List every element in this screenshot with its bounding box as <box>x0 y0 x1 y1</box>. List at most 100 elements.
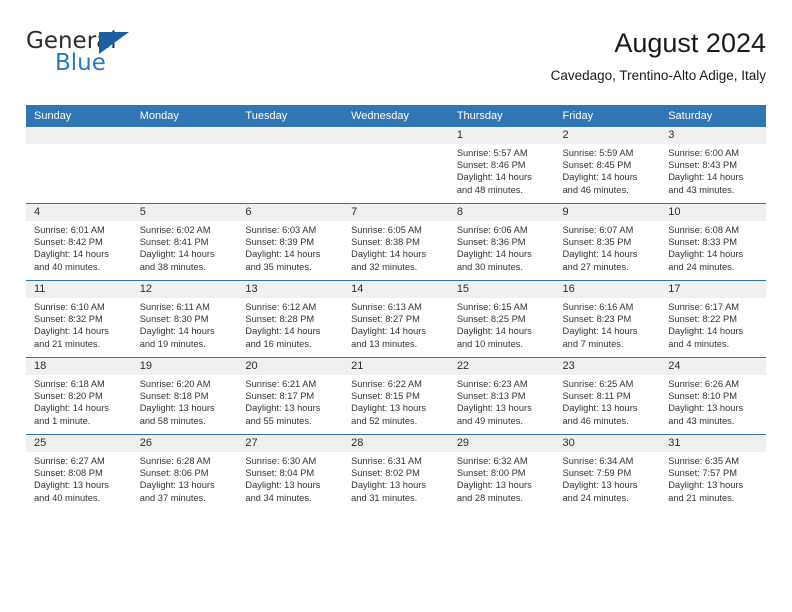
calendar-cell[interactable]: 8 Sunrise: 6:06 AM Sunset: 8:36 PM Dayli… <box>448 203 555 281</box>
daylight-text-line1: Daylight: 14 hours <box>351 326 427 337</box>
calendar-cell[interactable]: 28 Sunrise: 6:31 AM Sunset: 8:02 PM Dayl… <box>343 434 449 511</box>
calendar-week-row: 18 Sunrise: 6:18 AM Sunset: 8:20 PM Dayl… <box>26 357 766 435</box>
day-info: Sunrise: 6:07 AM Sunset: 8:35 PM Dayligh… <box>555 221 661 273</box>
day-number: 5 <box>131 204 238 221</box>
page-subtitle: Cavedago, Trentino-Alto Adige, Italy <box>550 68 766 83</box>
sunrise-text: Sunrise: 6:18 AM <box>34 379 105 389</box>
day-info: Sunrise: 6:22 AM Sunset: 8:15 PM Dayligh… <box>343 375 449 427</box>
day-number: 17 <box>660 281 766 298</box>
calendar-cell[interactable]: 21 Sunrise: 6:22 AM Sunset: 8:15 PM Dayl… <box>343 357 449 435</box>
calendar-cell[interactable]: 27 Sunrise: 6:30 AM Sunset: 8:04 PM Dayl… <box>237 434 344 511</box>
calendar-week-row: 11 Sunrise: 6:10 AM Sunset: 8:32 PM Dayl… <box>26 280 766 358</box>
calendar-cell[interactable]: 11 Sunrise: 6:10 AM Sunset: 8:32 PM Dayl… <box>26 280 132 358</box>
daylight-text-line2: and 43 minutes. <box>668 415 735 426</box>
calendar-cell[interactable]: 25 Sunrise: 6:27 AM Sunset: 8:08 PM Dayl… <box>26 434 132 511</box>
calendar-cell[interactable]: 4 Sunrise: 6:01 AM Sunset: 8:42 PM Dayli… <box>26 203 132 281</box>
day-number: 27 <box>237 435 344 452</box>
calendar-cell[interactable] <box>237 127 344 204</box>
daylight-text-line2: and 38 minutes. <box>139 261 206 272</box>
daylight-text-line2: and 13 minutes. <box>351 338 418 349</box>
calendar-cell[interactable]: 19 Sunrise: 6:20 AM Sunset: 8:18 PM Dayl… <box>131 357 238 435</box>
daylight-text-line1: Daylight: 14 hours <box>456 326 532 337</box>
calendar-cell[interactable]: 9 Sunrise: 6:07 AM Sunset: 8:35 PM Dayli… <box>554 203 661 281</box>
daylight-text-line1: Daylight: 13 hours <box>668 403 744 414</box>
day-number <box>26 127 132 144</box>
calendar-week-row: 25 Sunrise: 6:27 AM Sunset: 8:08 PM Dayl… <box>26 434 766 511</box>
daylight-text-line2: and 40 minutes. <box>34 261 101 272</box>
sunrise-text: Sunrise: 6:25 AM <box>562 379 634 389</box>
calendar-cell[interactable]: 16 Sunrise: 6:16 AM Sunset: 8:23 PM Dayl… <box>554 280 661 358</box>
daylight-text-line2: and 35 minutes. <box>245 261 312 272</box>
calendar-cell[interactable]: 5 Sunrise: 6:02 AM Sunset: 8:41 PM Dayli… <box>131 203 238 281</box>
calendar-cell[interactable]: 1 Sunrise: 5:57 AM Sunset: 8:46 PM Dayli… <box>448 127 555 204</box>
sunrise-text: Sunrise: 6:12 AM <box>245 302 317 312</box>
calendar-cell[interactable]: 13 Sunrise: 6:12 AM Sunset: 8:28 PM Dayl… <box>237 280 344 358</box>
sunset-text: Sunset: 8:33 PM <box>668 237 737 248</box>
calendar-cell[interactable]: 22 Sunrise: 6:23 AM Sunset: 8:13 PM Dayl… <box>448 357 555 435</box>
sunset-text: Sunset: 8:10 PM <box>668 391 737 402</box>
day-info: Sunrise: 5:57 AM Sunset: 8:46 PM Dayligh… <box>449 144 555 196</box>
daylight-text-line2: and 21 minutes. <box>34 338 101 349</box>
sunset-text: Sunset: 8:20 PM <box>34 391 103 402</box>
day-info: Sunrise: 6:10 AM Sunset: 8:32 PM Dayligh… <box>26 298 132 350</box>
day-number: 14 <box>343 281 449 298</box>
page-title: August 2024 <box>614 28 766 58</box>
calendar-cell[interactable]: 26 Sunrise: 6:28 AM Sunset: 8:06 PM Dayl… <box>131 434 238 511</box>
calendar-cell[interactable]: 12 Sunrise: 6:11 AM Sunset: 8:30 PM Dayl… <box>131 280 238 358</box>
sunset-text: Sunset: 8:41 PM <box>139 237 209 248</box>
daylight-text-line2: and 21 minutes. <box>668 492 735 503</box>
calendar-cell[interactable] <box>26 127 132 204</box>
sunrise-text: Sunrise: 6:21 AM <box>245 379 317 389</box>
day-number: 30 <box>554 435 661 452</box>
day-info: Sunrise: 6:00 AM Sunset: 8:43 PM Dayligh… <box>660 144 766 196</box>
calendar-cell[interactable]: 6 Sunrise: 6:03 AM Sunset: 8:39 PM Dayli… <box>237 203 344 281</box>
weekday-header-tuesday: Tuesday <box>237 105 344 127</box>
daylight-text-line1: Daylight: 14 hours <box>456 172 532 183</box>
sunrise-text: Sunrise: 6:16 AM <box>562 302 634 312</box>
calendar-cell[interactable]: 18 Sunrise: 6:18 AM Sunset: 8:20 PM Dayl… <box>26 357 132 435</box>
calendar-cell[interactable]: 23 Sunrise: 6:25 AM Sunset: 8:11 PM Dayl… <box>554 357 661 435</box>
calendar-cell[interactable] <box>131 127 238 204</box>
day-number: 8 <box>448 204 555 221</box>
calendar-cell[interactable]: 17 Sunrise: 6:17 AM Sunset: 8:22 PM Dayl… <box>660 280 766 358</box>
day-number: 20 <box>237 358 344 375</box>
calendar-cell[interactable]: 10 Sunrise: 6:08 AM Sunset: 8:33 PM Dayl… <box>660 203 766 281</box>
sunrise-text: Sunrise: 6:27 AM <box>34 456 105 466</box>
day-number <box>131 127 238 144</box>
daylight-text-line2: and 55 minutes. <box>245 415 312 426</box>
weekday-header-wednesday: Wednesday <box>343 105 449 127</box>
sunrise-text: Sunrise: 6:34 AM <box>562 456 634 466</box>
sunrise-text: Sunrise: 6:30 AM <box>245 456 317 466</box>
calendar-cell[interactable]: 20 Sunrise: 6:21 AM Sunset: 8:17 PM Dayl… <box>237 357 344 435</box>
day-number: 21 <box>343 358 449 375</box>
daylight-text-line1: Daylight: 14 hours <box>668 326 744 337</box>
day-number: 13 <box>237 281 344 298</box>
calendar-cell[interactable]: 30 Sunrise: 6:34 AM Sunset: 7:59 PM Dayl… <box>554 434 661 511</box>
calendar-cell[interactable]: 2 Sunrise: 5:59 AM Sunset: 8:45 PM Dayli… <box>554 127 661 204</box>
daylight-text-line1: Daylight: 13 hours <box>139 480 215 491</box>
calendar-cell[interactable]: 31 Sunrise: 6:35 AM Sunset: 7:57 PM Dayl… <box>660 434 766 511</box>
sunset-text: Sunset: 8:35 PM <box>562 237 632 248</box>
general-blue-logo[interactable]: General Blue <box>26 28 146 80</box>
daylight-text-line1: Daylight: 14 hours <box>562 172 638 183</box>
daylight-text-line2: and 24 minutes. <box>668 261 735 272</box>
day-number: 4 <box>26 204 132 221</box>
day-info: Sunrise: 6:27 AM Sunset: 8:08 PM Dayligh… <box>26 452 132 504</box>
daylight-text-line1: Daylight: 13 hours <box>562 480 638 491</box>
day-info: Sunrise: 6:32 AM Sunset: 8:00 PM Dayligh… <box>449 452 555 504</box>
day-info: Sunrise: 6:01 AM Sunset: 8:42 PM Dayligh… <box>26 221 132 273</box>
calendar-cell[interactable]: 29 Sunrise: 6:32 AM Sunset: 8:00 PM Dayl… <box>448 434 555 511</box>
sunrise-text: Sunrise: 6:11 AM <box>139 302 210 312</box>
calendar-cell[interactable]: 3 Sunrise: 6:00 AM Sunset: 8:43 PM Dayli… <box>660 127 766 204</box>
day-info: Sunrise: 6:11 AM Sunset: 8:30 PM Dayligh… <box>132 298 238 350</box>
calendar-cell[interactable]: 15 Sunrise: 6:15 AM Sunset: 8:25 PM Dayl… <box>448 280 555 358</box>
daylight-text-line1: Daylight: 14 hours <box>139 249 215 260</box>
calendar-cell[interactable]: 14 Sunrise: 6:13 AM Sunset: 8:27 PM Dayl… <box>343 280 449 358</box>
daylight-text-line2: and 19 minutes. <box>139 338 206 349</box>
calendar-cell[interactable]: 7 Sunrise: 6:05 AM Sunset: 8:38 PM Dayli… <box>343 203 449 281</box>
calendar-cell[interactable] <box>343 127 449 204</box>
daylight-text-line1: Daylight: 13 hours <box>351 403 427 414</box>
sunrise-text: Sunrise: 6:20 AM <box>139 379 211 389</box>
calendar-cell[interactable]: 24 Sunrise: 6:26 AM Sunset: 8:10 PM Dayl… <box>660 357 766 435</box>
sunset-text: Sunset: 8:04 PM <box>245 468 315 479</box>
